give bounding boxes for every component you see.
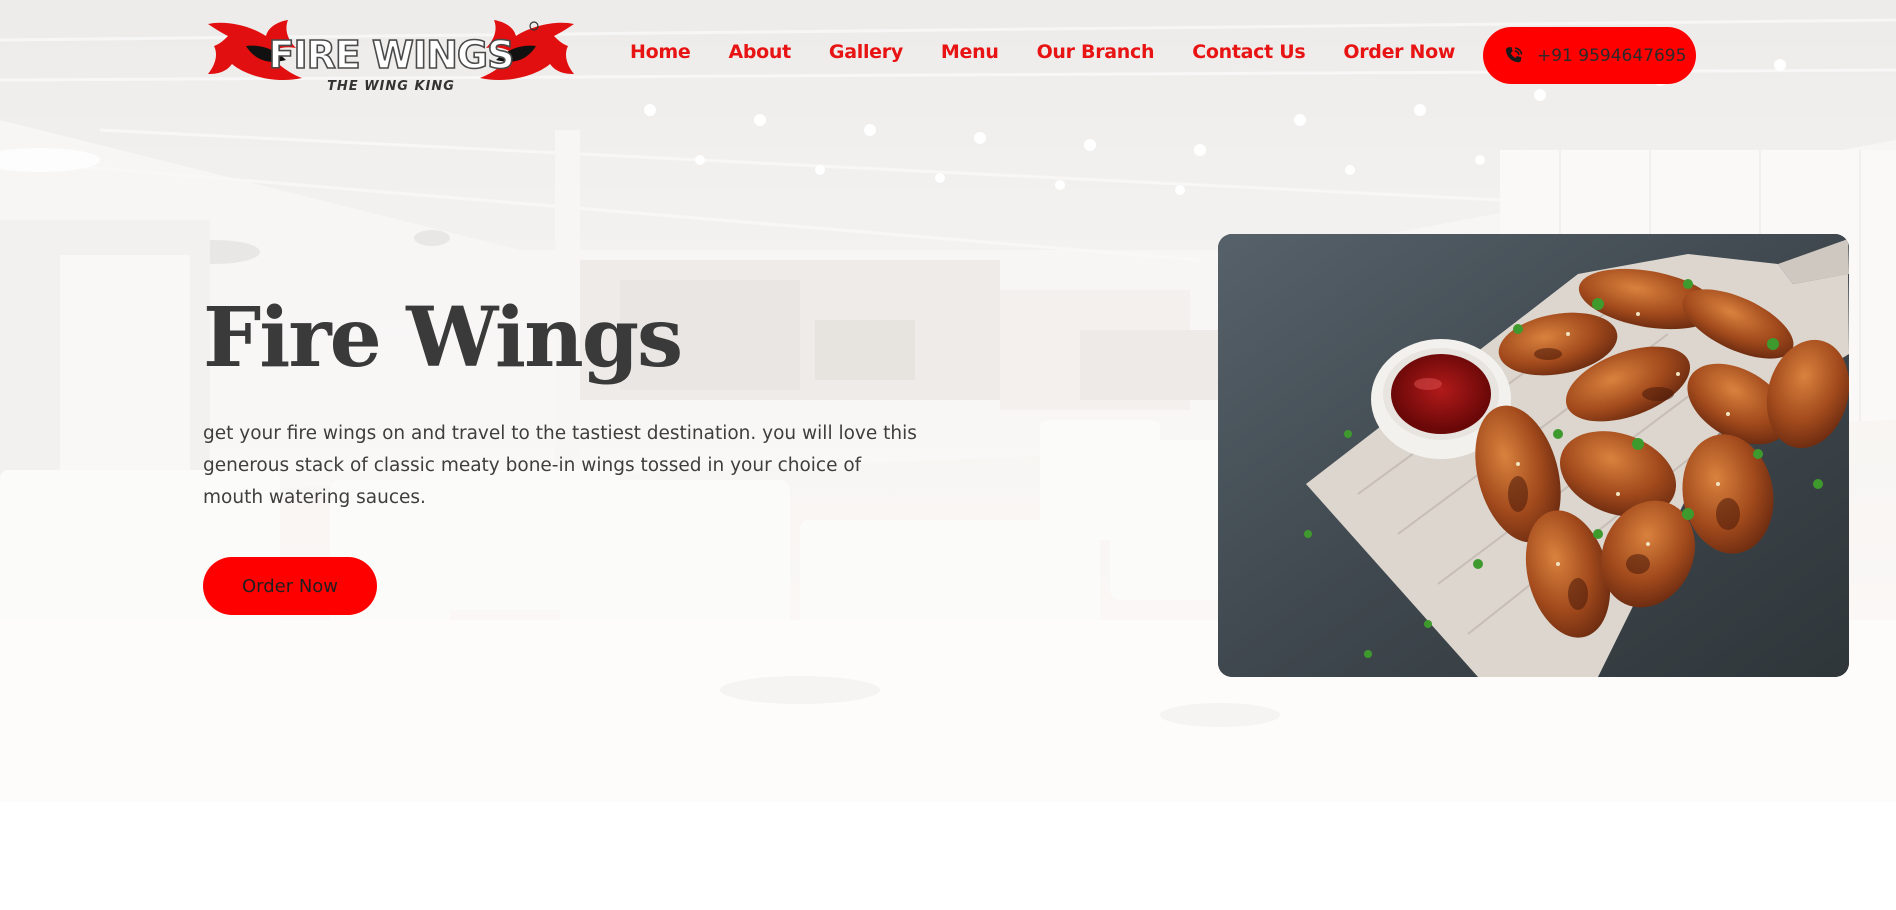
hero-description: get your fire wings on and travel to the… (203, 423, 917, 508)
fire-wings-logo[interactable]: FIRE WINGS THE WING KING (206, 16, 576, 96)
hero-order-now-button[interactable]: Order Now (203, 557, 377, 615)
nav-gallery[interactable]: Gallery (829, 41, 903, 71)
hero-food-image (1218, 234, 1849, 677)
nav-contact-us[interactable]: Contact Us (1192, 41, 1305, 71)
fire-wings-logo-wordmark: FIRE WINGS THE WING KING (268, 32, 516, 94)
nav-our-branch[interactable]: Our Branch (1037, 41, 1155, 71)
hero-title: Fire Wings (203, 290, 683, 386)
page-below-hero (0, 802, 1896, 910)
nav-about[interactable]: About (728, 41, 791, 71)
phone-icon (1505, 46, 1523, 62)
call-phone-button[interactable]: +91 9594647695 (1483, 27, 1696, 84)
nav-home[interactable]: Home (630, 41, 691, 71)
logo-text: FIRE WINGS (269, 33, 514, 77)
chicken-wings-photo (1218, 234, 1849, 677)
nav-order-now[interactable]: Order Now (1343, 41, 1455, 71)
nav-menu[interactable]: Menu (941, 41, 999, 71)
main-nav: Home About Gallery Menu Our Branch Conta… (630, 41, 1493, 71)
phone-number: +91 9594647695 (1537, 45, 1687, 66)
logo-tagline: THE WING KING (327, 79, 455, 94)
